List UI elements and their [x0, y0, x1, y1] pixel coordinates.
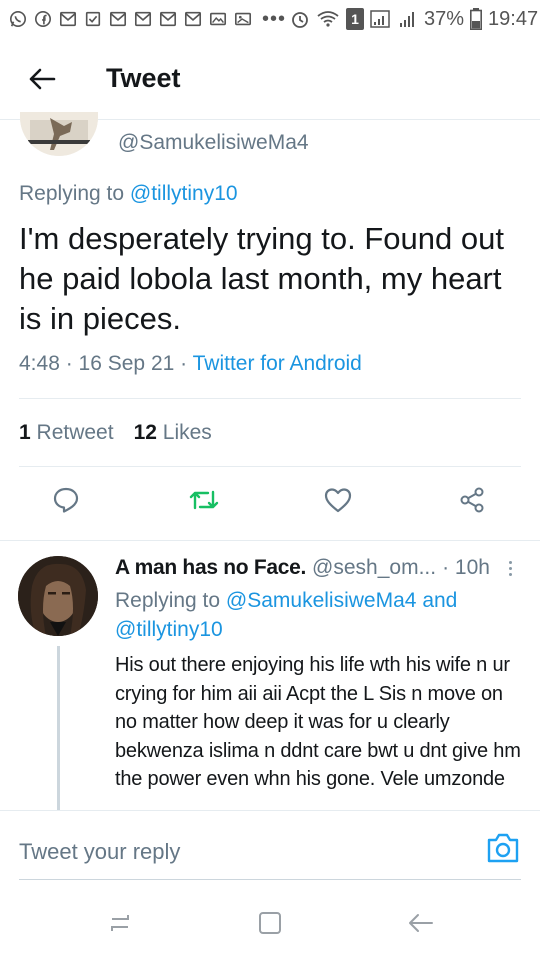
wifi-icon — [317, 11, 339, 27]
gmail-icon — [59, 11, 77, 27]
likes-count: 12 — [133, 421, 157, 444]
home-icon — [259, 912, 281, 934]
tweet-text: I'm desperately trying to. Found out he … — [19, 221, 504, 336]
tweet-actions — [0, 480, 540, 528]
camera-icon — [487, 833, 519, 863]
retweets-stat[interactable]: 1 Retweet — [19, 421, 114, 445]
likes-stat[interactable]: 12 Likes — [134, 421, 212, 445]
home-button[interactable] — [250, 906, 290, 940]
retweets-count: 1 — [19, 421, 31, 444]
replying-to-prefix: Replying to — [19, 182, 125, 205]
more-notifications-icon: ••• — [262, 7, 287, 30]
alarm-icon — [292, 12, 308, 28]
battery-percent: 37% — [424, 7, 465, 30]
battery-icon — [470, 8, 483, 30]
likes-label: Likes — [162, 421, 212, 444]
reply-avatar[interactable] — [18, 556, 98, 636]
status-right: 1 37% 19:47 — [290, 8, 538, 31]
avatar-image — [20, 112, 98, 156]
author-handle[interactable]: @SamukelisiweMa4 — [118, 131, 309, 155]
tweet-date: 16 Sep 21 — [78, 352, 175, 375]
share-icon — [460, 487, 484, 513]
gmail-icon-3 — [134, 11, 152, 27]
author-avatar[interactable] — [20, 112, 98, 156]
signal-icon-2 — [400, 12, 415, 27]
signal-icon — [370, 10, 390, 28]
clock: 19:47 — [488, 7, 539, 30]
reply-replying-link-1[interactable]: @SamukelisiweMa4 — [226, 589, 417, 612]
image-icon — [209, 12, 227, 26]
heart-icon — [324, 488, 352, 513]
like-button[interactable] — [318, 480, 358, 520]
retweets-label: Retweet — [36, 421, 114, 444]
top-app-bar: Tweet — [0, 38, 540, 120]
recent-apps-icon — [111, 915, 129, 931]
divider-2 — [19, 466, 521, 467]
share-button[interactable] — [452, 480, 492, 520]
reply-and-word: and — [422, 589, 458, 612]
status-bar: ••• 1 37% 19:47 — [0, 0, 540, 38]
reply-text-viewport: His out there enjoying his life wth his … — [0, 640, 540, 810]
replying-to-line: Replying to @tillytiny10 — [19, 182, 238, 206]
tweet-time: 4:48 — [19, 352, 60, 375]
retweet-icon — [189, 490, 219, 510]
facebook-icon — [34, 10, 52, 28]
reply-input-underline — [19, 879, 521, 880]
reply-avatar-image — [18, 556, 98, 636]
nav-back-icon — [409, 914, 433, 932]
reply-author-handle[interactable]: @sesh_om... — [312, 556, 436, 580]
replying-to-link[interactable]: @tillytiny10 — [130, 182, 238, 205]
reply-button[interactable] — [46, 480, 86, 520]
gmail-icon-5 — [184, 11, 202, 27]
sim-badge: 1 — [346, 8, 365, 30]
divider — [19, 398, 521, 399]
checkbox-icon — [85, 11, 101, 27]
back-button[interactable] — [22, 59, 62, 99]
tweet-source-link[interactable]: Twitter for Android — [193, 352, 362, 375]
system-back-button[interactable] — [400, 906, 440, 940]
meta-separator-2: · — [180, 352, 193, 375]
camera-button[interactable] — [485, 831, 523, 869]
notification-icons: ••• — [8, 8, 290, 31]
tweet-meta: 4:48 · 16 Sep 21 · Twitter for Android — [19, 352, 362, 376]
tweet-stats: 1 Retweet 12 Likes — [19, 421, 212, 445]
more-options-icon[interactable] — [502, 556, 518, 580]
reply-author-name[interactable]: A man has no Face. — [115, 556, 306, 580]
recent-apps-button[interactable] — [100, 906, 140, 940]
reply-time: · 10h — [442, 556, 490, 579]
reply-input[interactable]: Tweet your reply — [19, 839, 180, 865]
reply-replying-prefix: Replying to — [115, 589, 221, 612]
gmail-icon-4 — [159, 11, 177, 27]
arrow-left-icon — [29, 68, 56, 89]
system-navigation-bar — [0, 884, 540, 960]
gallery-icon — [234, 12, 252, 26]
reply-replying-link-2[interactable]: @tillytiny10 — [115, 618, 223, 641]
retweet-button[interactable] — [184, 480, 224, 520]
reply-header: A man has no Face. @sesh_om... · 10h — [115, 556, 520, 580]
whatsapp-icon — [9, 10, 27, 28]
reply-composer: Tweet your reply — [0, 810, 540, 884]
reply-text: His out there enjoying his life wth his … — [115, 654, 521, 790]
meta-separator: · — [65, 352, 79, 375]
reply-replying-to: Replying to @SamukelisiweMa4 and @tillyt… — [115, 586, 515, 644]
section-separator — [0, 540, 540, 541]
comment-icon — [53, 487, 79, 513]
page-title: Tweet — [106, 63, 181, 93]
gmail-icon-2 — [109, 11, 127, 27]
